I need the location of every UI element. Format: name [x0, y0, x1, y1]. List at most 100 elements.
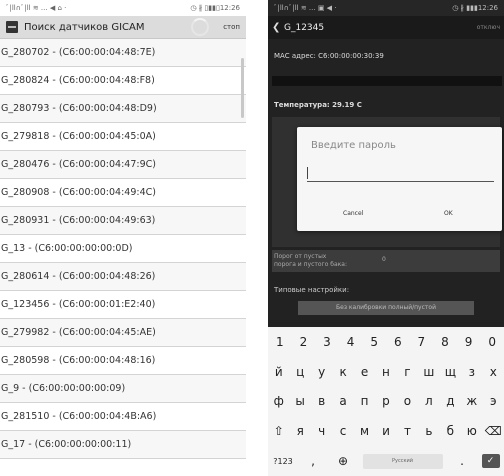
key[interactable]: 3 — [316, 335, 337, 349]
mac-address: MAC адрес: C6:00:00:00:30:39 — [274, 52, 384, 60]
loading-spinner-icon — [191, 18, 210, 36]
key[interactable]: м — [354, 424, 375, 438]
key[interactable]: и — [375, 424, 396, 438]
key[interactable]: ш — [418, 365, 439, 379]
key[interactable]: 6 — [387, 335, 408, 349]
stop-button[interactable]: стоп — [223, 23, 240, 31]
cancel-button[interactable]: Cancel — [343, 210, 363, 217]
ok-button[interactable]: OK — [444, 210, 453, 217]
device-list: G_280702 - (C6:00:00:04:48:7E) G_280824 -… — [0, 39, 246, 459]
key[interactable]: н — [375, 365, 396, 379]
symbols-key[interactable]: ?123 — [273, 457, 294, 466]
on-screen-keyboard: 1234567890 йцукенгшщзх фывапролджэ ⇧ я ч с м… — [268, 327, 504, 476]
password-dialog: Введите пароль Cancel OK — [297, 127, 502, 231]
device-list-item[interactable]: G_280476 - (C6:00:00:04:47:9C) — [0, 151, 246, 179]
period-key[interactable]: . — [452, 454, 473, 468]
key[interactable]: г — [397, 365, 418, 379]
key[interactable]: ч — [311, 424, 332, 438]
key[interactable]: 9 — [458, 335, 479, 349]
threshold-label: Порог от пустых порога и пустого бака: — [274, 253, 347, 268]
key[interactable]: ф — [268, 394, 289, 408]
status-left: ﾞ|ll∩ﾞ|ll ≋ ... ◀ ⌂ ⋅ — [6, 4, 67, 12]
text-cursor — [307, 167, 308, 179]
keyboard-row-3: ⇧ я ч с м и т ь б ю ⌫ — [268, 416, 504, 446]
settings-label: Типовые настройки: — [274, 286, 350, 294]
key[interactable]: ю — [461, 424, 482, 438]
key[interactable]: с — [333, 424, 354, 438]
key[interactable]: п — [354, 394, 375, 408]
device-list-item[interactable]: G_280614 - (C6:00:00:04:48:26) — [0, 263, 246, 291]
key[interactable]: 7 — [411, 335, 432, 349]
device-list-item[interactable]: G_280908 - (C6:00:00:04:49:4C) — [0, 179, 246, 207]
password-input[interactable] — [307, 165, 494, 182]
status-left: ﾞ|ll∩ﾞ|ll ≋ ... ▣ ◀ ⋅ — [274, 4, 337, 12]
key[interactable]: ⇧ — [268, 424, 289, 438]
key[interactable]: р — [375, 394, 396, 408]
calibrate-button[interactable]: Без калибровки полный/пустой — [298, 301, 474, 315]
device-list-item[interactable]: G_280793 - (C6:00:00:04:48:D9) — [0, 95, 246, 123]
back-arrow-icon[interactable]: ❮ — [272, 22, 284, 33]
key[interactable]: ь — [418, 424, 439, 438]
key[interactable]: х — [483, 365, 504, 379]
key[interactable]: б — [440, 424, 461, 438]
key[interactable]: ж — [461, 394, 482, 408]
key[interactable]: л — [418, 394, 439, 408]
key[interactable]: 8 — [434, 335, 455, 349]
scrollbar[interactable] — [241, 58, 244, 118]
key[interactable]: 5 — [364, 335, 385, 349]
device-list-item[interactable]: G_280824 - (C6:00:00:04:48:F8) — [0, 67, 246, 95]
key[interactable]: й — [268, 365, 289, 379]
key[interactable]: д — [440, 394, 461, 408]
key[interactable]: 0 — [482, 335, 503, 349]
device-list-item[interactable]: G_13 - (C6:00:00:00:00:0D) — [0, 235, 246, 263]
status-bar: ﾞ|ll∩ﾞ|ll ≋ ... ◀ ⌂ ⋅ ◷ ∦ ▯▮▮▯12:26 — [0, 0, 246, 16]
key[interactable]: к — [333, 365, 354, 379]
threshold-value: 0 — [382, 256, 386, 263]
key[interactable]: в — [311, 394, 332, 408]
globe-icon[interactable]: ⊕ — [333, 454, 354, 468]
device-list-item[interactable]: G_123456 - (C6:00:00:01:E2:40) — [0, 291, 246, 319]
key[interactable]: щ — [440, 365, 461, 379]
app-title: Поиск датчиков GICAM — [24, 21, 145, 33]
key[interactable]: э — [483, 394, 504, 408]
key[interactable]: о — [397, 394, 418, 408]
key[interactable]: а — [333, 394, 354, 408]
key[interactable]: 2 — [293, 335, 314, 349]
keyboard-row-2: фывапролджэ — [268, 387, 504, 417]
key[interactable]: 4 — [340, 335, 361, 349]
device-list-item[interactable]: G_280702 - (C6:00:00:04:48:7E) — [0, 39, 246, 67]
key[interactable]: ⌫ — [483, 424, 504, 438]
device-list-item[interactable]: G_279982 - (C6:00:00:04:45:AE) — [0, 319, 246, 347]
key[interactable]: у — [311, 365, 332, 379]
keyboard-row-1: йцукенгшщзх — [268, 357, 504, 387]
keyboard-row-digits: 1234567890 — [268, 327, 504, 357]
device-list-item[interactable]: G_280598 - (C6:00:00:04:48:16) — [0, 347, 246, 375]
status-right: ◷ ∦ ▮▮▮12:26 — [452, 4, 498, 12]
app-logo-icon — [6, 21, 18, 33]
device-search-screen: ﾞ|ll∩ﾞ|ll ≋ ... ◀ ⌂ ⋅ ◷ ∦ ▯▮▮▯12:26 Поис… — [0, 0, 246, 476]
key[interactable]: 1 — [269, 335, 290, 349]
app-bar: Поиск датчиков GICAM стоп — [0, 16, 246, 39]
device-title: G_12345 — [284, 22, 325, 33]
key[interactable]: ц — [290, 365, 311, 379]
disconnect-button[interactable]: отключ — [477, 24, 500, 31]
enter-key[interactable]: ✓ — [481, 454, 500, 469]
key[interactable]: т — [397, 424, 418, 438]
device-list-item[interactable]: G_17 - (C6:00:00:00:00:11) — [0, 431, 246, 459]
key[interactable]: ы — [290, 394, 311, 408]
key[interactable]: з — [461, 365, 482, 379]
dialog-title: Введите пароль — [311, 140, 396, 151]
device-list-item[interactable]: G_281510 - (C6:00:00:04:4B:A6) — [0, 403, 246, 431]
device-list-item[interactable]: G_279818 - (C6:00:00:04:45:0A) — [0, 123, 246, 151]
key[interactable]: е — [354, 365, 375, 379]
device-detail-screen: ﾞ|ll∩ﾞ|ll ≋ ... ▣ ◀ ⋅ ◷ ∦ ▮▮▮12:26 ❮ G_1… — [268, 0, 504, 476]
divider-bar — [272, 76, 502, 86]
threshold-row: Порог от пустых порога и пустого бака: 0 — [272, 250, 500, 272]
device-list-item[interactable]: G_280931 - (C6:00:00:04:49:63) — [0, 207, 246, 235]
space-key[interactable]: Русский — [362, 453, 443, 469]
device-list-item[interactable]: G_9 - (C6:00:00:00:00:09) — [0, 375, 246, 403]
app-bar: ❮ G_12345 отключ — [268, 16, 504, 39]
key[interactable]: я — [290, 424, 311, 438]
status-bar: ﾞ|ll∩ﾞ|ll ≋ ... ▣ ◀ ⋅ ◷ ∦ ▮▮▮12:26 — [268, 0, 504, 16]
comma-key[interactable]: , — [303, 454, 324, 468]
